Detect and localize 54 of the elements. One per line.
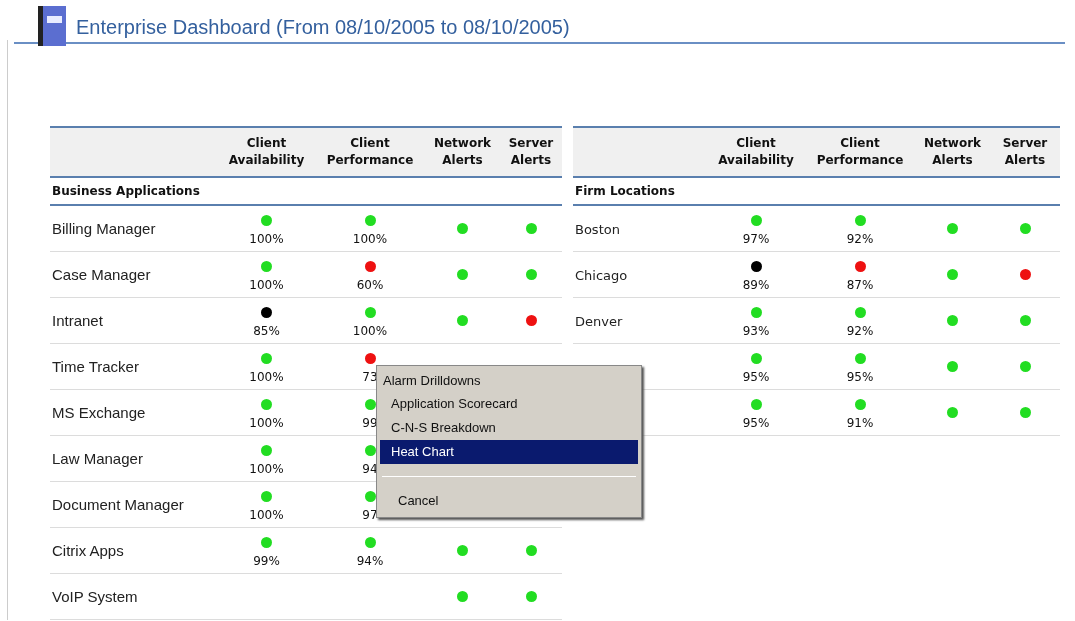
percent-value: 100% — [249, 277, 284, 294]
menu-item[interactable]: Cancel — [380, 489, 638, 513]
percent-value: 97% — [742, 231, 770, 248]
percent-value: 95% — [846, 369, 874, 386]
percent-value: 100% — [249, 507, 284, 524]
menu-item[interactable]: C-N-S Breakdown — [380, 416, 638, 440]
percent-value: 100% — [352, 323, 388, 340]
row-label: VoIP System — [52, 587, 138, 605]
row-label: MS Exchange — [52, 403, 146, 421]
column-header: Client Performance — [815, 135, 905, 169]
percent-value: 100% — [249, 369, 284, 386]
percent-value: 92% — [846, 231, 874, 248]
menu-item[interactable]: Application Scorecard — [380, 392, 638, 416]
menu-item[interactable]: Heat Chart — [380, 440, 638, 464]
percent-value: 91% — [846, 415, 874, 432]
section-label: Business Applications — [51, 183, 200, 200]
column-header: Client Availability — [717, 135, 795, 169]
row-label: Chicago — [575, 267, 628, 283]
percent-value: 94 — [362, 461, 378, 478]
row-label: Law Manager — [52, 449, 143, 467]
page-title: Enterprise Dashboard (From 08/10/2005 to 08/10/2005) — [76, 15, 570, 40]
row-label: Citrix Apps — [52, 541, 124, 559]
percent-value: 99% — [253, 553, 280, 570]
section-label: Firm Locations — [574, 183, 675, 200]
row-label: Time Tracker — [52, 357, 139, 375]
row-label: Case Manager — [52, 265, 151, 283]
percent-value: 93% — [742, 323, 770, 340]
column-header: Network Alerts — [432, 135, 493, 169]
menu-heading: Alarm Drilldowns — [382, 372, 482, 390]
column-header: Server Alerts — [507, 135, 555, 169]
percent-value: 73 — [362, 369, 378, 386]
percent-value: 100% — [249, 415, 284, 432]
column-header: Network Alerts — [922, 135, 983, 169]
row-label: Billing Manager — [52, 219, 156, 237]
percent-value: 89% — [742, 277, 770, 294]
column-header: Client Availability — [227, 135, 306, 169]
percent-value: 60% — [356, 277, 384, 294]
percent-value: 100% — [249, 461, 284, 478]
percent-value: 94% — [356, 553, 384, 570]
notebook-icon — [38, 6, 66, 46]
percent-value: 85% — [253, 323, 280, 340]
percent-value: 97 — [362, 507, 378, 524]
percent-value: 92% — [846, 323, 874, 340]
percent-value: 95% — [742, 415, 770, 432]
row-label: Denver — [575, 313, 623, 329]
column-header: Client Performance — [325, 135, 415, 169]
percent-value: 100% — [249, 231, 284, 248]
percent-value: 95% — [742, 369, 770, 386]
row-label: Document Manager — [52, 495, 184, 513]
percent-value: 87% — [846, 277, 874, 294]
column-header: Server Alerts — [1001, 135, 1049, 169]
percent-value: 100% — [352, 231, 388, 248]
row-label: Boston — [575, 221, 620, 237]
row-label: Intranet — [52, 311, 103, 329]
